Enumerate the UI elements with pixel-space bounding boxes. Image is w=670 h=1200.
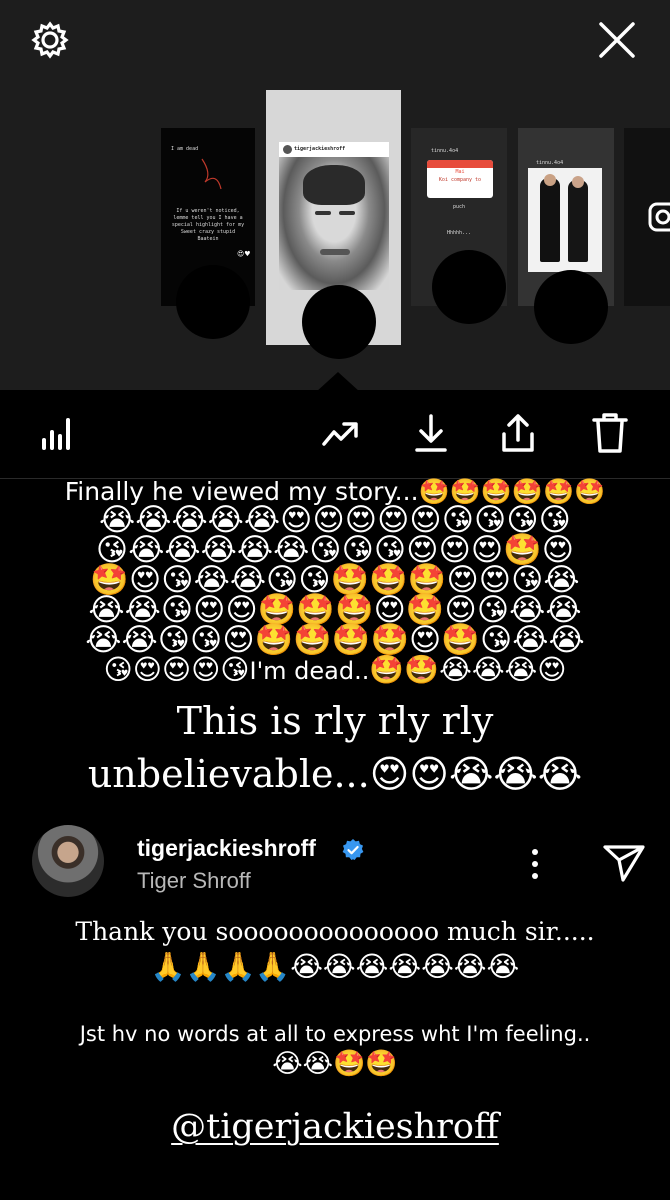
thumb-3-line: Hhhhh... — [446, 230, 472, 236]
viewer-avatar-circle — [302, 285, 376, 359]
thumb-1-line: I am dead — [171, 146, 199, 152]
close-icon[interactable] — [597, 20, 637, 60]
reply-message-line-4: 😭😭🤩🤩 — [272, 1049, 398, 1079]
caption-emojis: 🤩🤩😭😭😭😍 — [369, 653, 567, 686]
mention-link[interactable]: @tigerjackieshroff — [0, 1107, 670, 1147]
thumb-3-card: Mai Koi company to — [427, 160, 493, 198]
camera-icon — [648, 202, 670, 232]
reply-message-line-1: Thank you soooooooooooooo much sir..... — [75, 917, 595, 946]
thumb-3-line: Koi company to — [438, 177, 482, 183]
thumb-1-line: Sweet crazy stupid — [180, 229, 236, 235]
viewer-avatar-circle — [176, 265, 250, 339]
more-vertical-icon[interactable] — [524, 847, 546, 881]
reply-username[interactable]: tigerjackieshroff — [137, 835, 316, 862]
thumb-4-handle: tinnu.4o4 — [536, 160, 564, 166]
thumb-1-drawing — [201, 158, 222, 190]
caption-text: I'm dead.. — [249, 657, 370, 685]
trending-icon[interactable] — [320, 412, 360, 454]
viewer-avatar-circle — [432, 250, 506, 324]
trash-icon[interactable] — [590, 412, 630, 454]
caption-serif-line-2: unbelievable...😍😍😭😭😭 — [0, 748, 670, 800]
viewer-avatar-circle — [534, 270, 608, 344]
thumb-1-line: special highlight for my — [171, 222, 245, 228]
verified-icon — [342, 839, 364, 860]
story-thumbnail-5[interactable] — [624, 128, 670, 306]
thumb-2-avatar — [283, 145, 292, 154]
stats-icon[interactable] — [38, 412, 78, 454]
thumb-3-line: puch — [452, 204, 466, 210]
reply-message-line-3: Jst hv no words at all to express wht I'… — [79, 1022, 591, 1046]
send-icon[interactable] — [601, 842, 647, 884]
caption-emojis: 😍😍😭😭😭 — [369, 752, 583, 796]
share-icon[interactable] — [498, 412, 538, 454]
selected-story-pointer — [316, 372, 360, 392]
thumb-1-line: If u weren't noticed, — [176, 208, 240, 214]
thumb-1-line: Baatein — [197, 236, 219, 242]
caption-emojis: 😘😍😍😍😘 — [103, 653, 250, 686]
thumb-1-emoji: 😍♥ — [237, 250, 251, 258]
thumb-1-line: lemme tell you I have a — [173, 215, 243, 221]
thumb-3-line: Mai — [455, 169, 465, 175]
thumb-3-handle: tinnu.4o4 — [431, 148, 459, 154]
thumb-2-handle: tigerjackieshroff — [294, 146, 346, 152]
caption-serif-line-1: This is rly rly rly — [176, 699, 494, 743]
caption-line-7: 😘😍😍😍😘I'm dead..🤩🤩😭😭😭😍 — [0, 652, 670, 689]
download-icon[interactable] — [411, 412, 451, 454]
thumb-4-photo — [528, 168, 602, 272]
gear-icon[interactable] — [30, 20, 70, 60]
caption-text: unbelievable... — [87, 752, 370, 796]
reply-message-line-2: 🙏🙏🙏🙏😭😭😭😭😭😭😭 — [150, 950, 520, 983]
avatar[interactable] — [32, 825, 104, 897]
reply-full-name: Tiger Shroff — [137, 868, 251, 893]
thumb-2-photo — [279, 157, 389, 290]
